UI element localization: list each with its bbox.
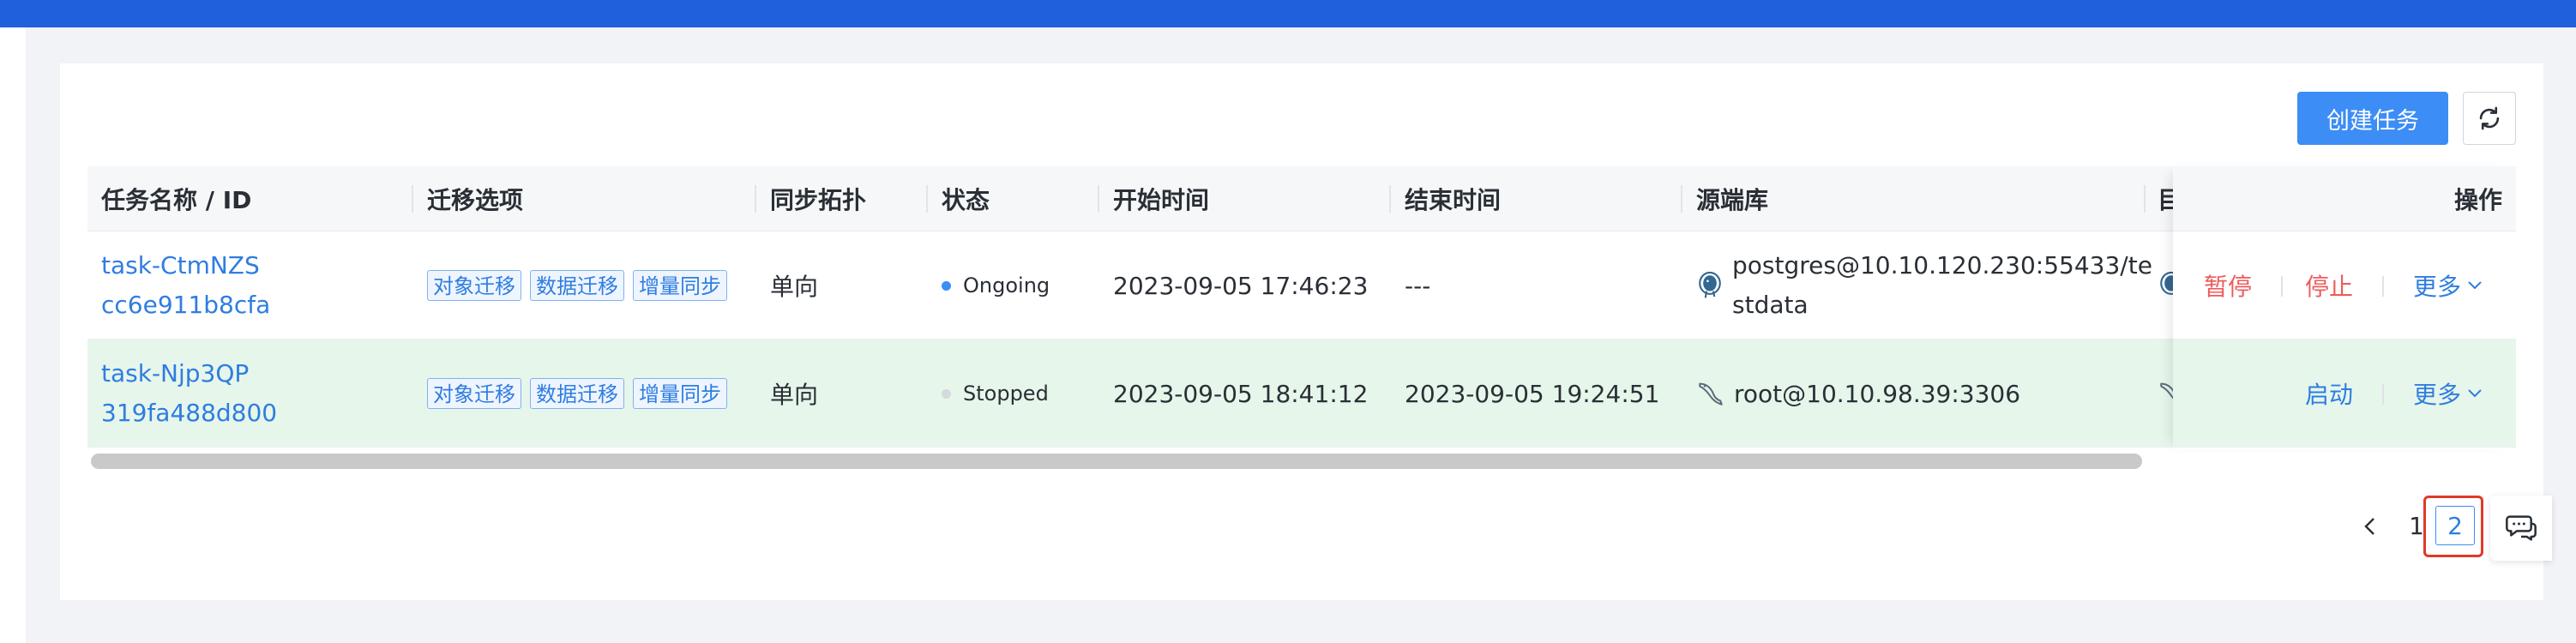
- column-divider: [1098, 185, 1099, 213]
- task-name-cell: task-CtmNZS cc6e911b8cfa: [101, 231, 270, 340]
- more-label: 更多: [2413, 381, 2462, 409]
- postgresql-icon: [1696, 271, 1724, 300]
- table-header: 任务名称 / ID 迁移选项 同步拓扑 状态 开始时间 结束时间 源端库 目: [87, 166, 2516, 231]
- migration-options-cell: 对象迁移 数据迁移 增量同步: [427, 231, 736, 340]
- more-dropdown[interactable]: 更多: [2413, 340, 2485, 448]
- task-id-link[interactable]: cc6e911b8cfa: [101, 285, 270, 325]
- start-time-cell: 2023-09-05 18:41:12: [1113, 379, 1369, 408]
- chat-icon: [2506, 515, 2537, 541]
- more-dropdown[interactable]: 更多: [2413, 231, 2485, 340]
- status-text: Stopped: [963, 382, 1049, 406]
- column-header-start-time: 开始时间: [1113, 186, 1210, 214]
- column-divider: [1389, 185, 1391, 213]
- column-header-options: 迁移选项: [427, 186, 524, 214]
- status-dot-icon: [942, 280, 951, 291]
- topology-cell: 单向: [770, 273, 819, 301]
- operation-divider: [2382, 276, 2384, 297]
- tag-object-migration: 对象迁移: [427, 378, 521, 409]
- task-id-link[interactable]: 319fa488d800: [101, 394, 277, 433]
- status-text: Ongoing: [963, 273, 1050, 297]
- source-db-text: postgres@10.10.120.230:55433/te stdata: [1732, 246, 2152, 325]
- column-header-operations: 操作: [2173, 166, 2516, 231]
- topology-cell: 单向: [770, 381, 819, 409]
- refresh-icon: [2479, 106, 2500, 130]
- tag-data-migration: 数据迁移: [530, 378, 624, 409]
- end-time-cell: 2023-09-05 19:24:51: [1405, 379, 1660, 408]
- operations-row: 暂停 停止 更多: [2173, 231, 2516, 340]
- operations-column: 操作 暂停 停止 更多 启动 更多: [2173, 166, 2516, 449]
- pagination-prev-button[interactable]: [2356, 509, 2384, 544]
- source-db-cell: root@10.10.98.39:3306: [1696, 340, 2020, 448]
- column-header-end-time: 结束时间: [1405, 186, 1502, 214]
- refresh-button[interactable]: [2463, 92, 2516, 145]
- left-sidebar-edge: [0, 27, 26, 643]
- status-cell: Stopped: [942, 340, 1049, 448]
- source-db-line: postgres@10.10.120.230:55433/te: [1732, 251, 2152, 279]
- horizontal-scrollbar[interactable]: [91, 454, 2142, 469]
- chat-support-button[interactable]: [2490, 496, 2552, 561]
- end-time-cell: ---: [1405, 271, 1431, 300]
- column-header-topology: 同步拓扑: [770, 186, 867, 214]
- create-task-button[interactable]: 创建任务: [2297, 92, 2448, 145]
- pagination-page-2[interactable]: 2: [2435, 506, 2475, 545]
- operations-row: 启动 更多: [2173, 340, 2516, 448]
- status-cell: Ongoing: [942, 231, 1050, 340]
- tag-incremental-sync: 增量同步: [633, 270, 727, 301]
- table-row: task-CtmNZS cc6e911b8cfa 对象迁移 数据迁移 增量同步 …: [87, 231, 2516, 340]
- column-header-source-db: 源端库: [1696, 186, 1769, 214]
- column-divider: [2144, 185, 2146, 213]
- pause-button[interactable]: 暂停: [2204, 231, 2252, 340]
- chevron-down-icon: [2468, 281, 2482, 290]
- operation-divider: [2382, 384, 2384, 405]
- more-label: 更多: [2413, 273, 2462, 301]
- task-name-link[interactable]: task-CtmNZS: [101, 246, 260, 285]
- source-db-line: root@10.10.98.39:3306: [1734, 379, 2021, 408]
- column-divider: [412, 185, 413, 213]
- mysql-icon: [1696, 379, 1725, 408]
- chevron-left-icon: [2364, 518, 2374, 535]
- tag-object-migration: 对象迁移: [427, 270, 521, 301]
- source-db-line: stdata: [1732, 291, 1809, 319]
- column-divider: [926, 185, 928, 213]
- tag-data-migration: 数据迁移: [530, 270, 624, 301]
- task-name-cell: task-Njp3QP 319fa488d800: [101, 340, 277, 448]
- migration-options-cell: 对象迁移 数据迁移 增量同步: [427, 340, 736, 448]
- tag-incremental-sync: 增量同步: [633, 378, 727, 409]
- column-divider: [1681, 185, 1682, 213]
- column-header-status: 状态: [942, 186, 990, 214]
- column-divider: [755, 185, 756, 213]
- task-name-link[interactable]: task-Njp3QP: [101, 354, 249, 394]
- task-table: 任务名称 / ID 迁移选项 同步拓扑 状态 开始时间 结束时间 源端库 目 t…: [87, 166, 2516, 449]
- column-header-name: 任务名称 / ID: [101, 186, 252, 214]
- status-dot-icon: [942, 388, 951, 399]
- source-db-cell: postgres@10.10.120.230:55433/te stdata: [1696, 231, 2152, 340]
- chevron-down-icon: [2468, 389, 2482, 398]
- table-row: task-Njp3QP 319fa488d800 对象迁移 数据迁移 增量同步 …: [87, 340, 2516, 448]
- top-navigation-bar: [0, 0, 2576, 27]
- start-button[interactable]: 启动: [2305, 340, 2353, 448]
- start-time-cell: 2023-09-05 17:46:23: [1113, 271, 1369, 300]
- stop-button[interactable]: 停止: [2305, 231, 2353, 340]
- operation-divider: [2281, 276, 2283, 297]
